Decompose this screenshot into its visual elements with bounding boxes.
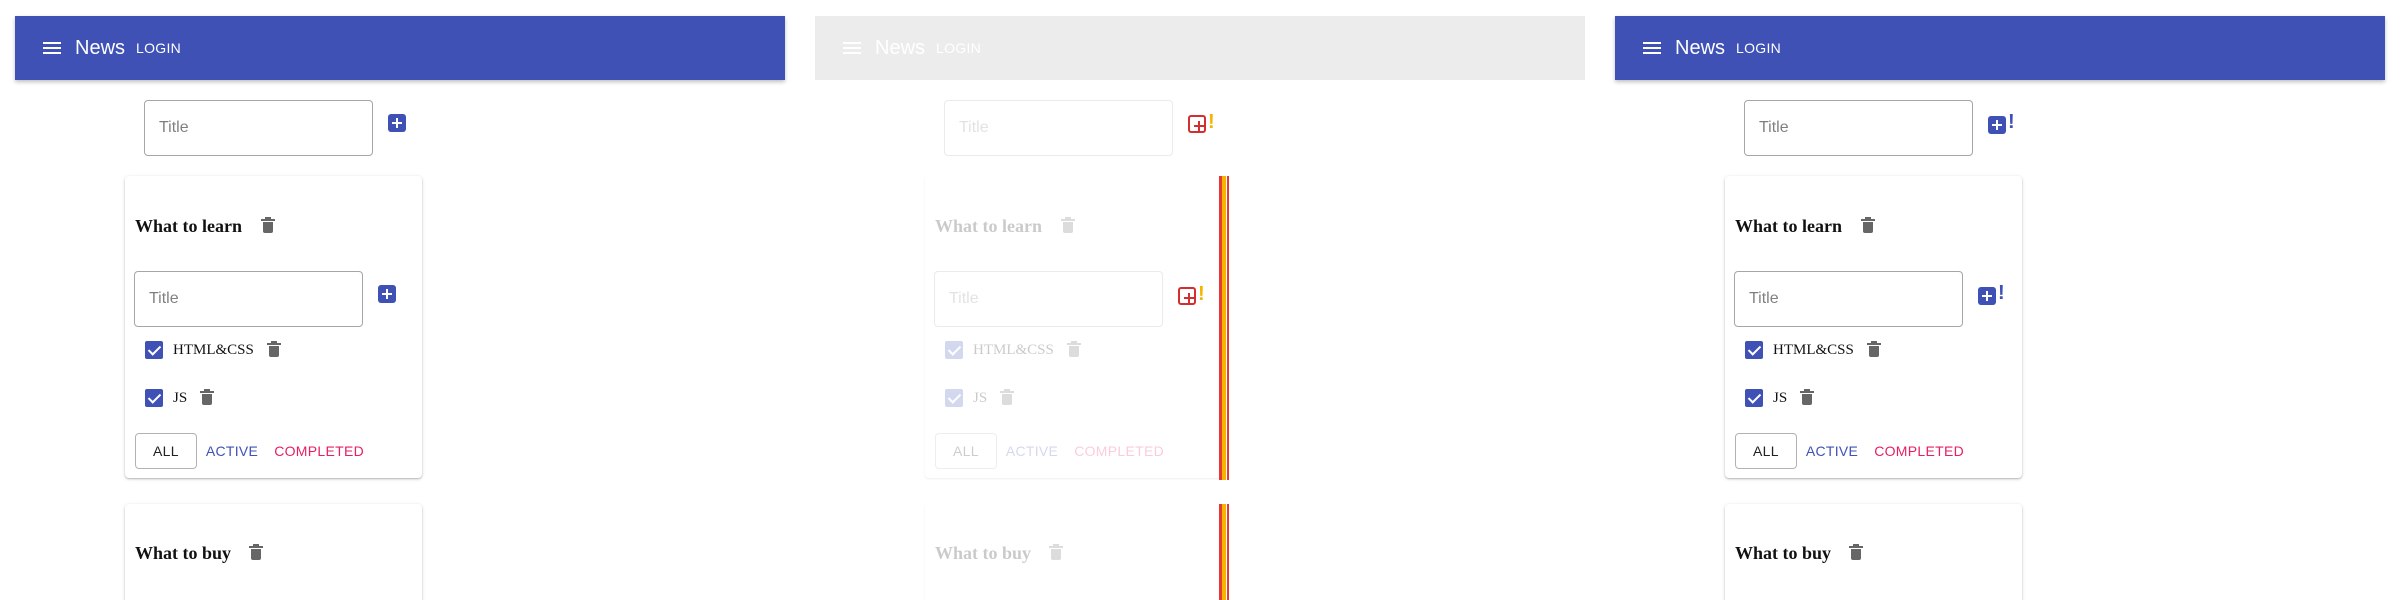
app-bar: News LOGIN	[815, 16, 1585, 80]
task-item: JS	[1745, 386, 1815, 410]
todolist-title[interactable]: What to buy	[135, 543, 231, 564]
error-highlight-bar	[1219, 176, 1229, 480]
login-button[interactable]: LOGIN	[136, 40, 181, 56]
new-task-title-placeholder: Title	[149, 290, 179, 307]
task-item: HTML&CSS	[1745, 338, 1881, 362]
add-task-button[interactable]	[1978, 287, 1996, 305]
delete-list-icon[interactable]	[249, 544, 263, 560]
new-list-title-input[interactable]: Title	[144, 100, 373, 156]
task-checkbox[interactable]	[1745, 389, 1763, 407]
app-bar: News LOGIN	[1615, 16, 2385, 80]
delete-list-icon[interactable]	[1849, 544, 1863, 560]
new-task-title-input[interactable]: Title	[1734, 271, 1963, 327]
delete-list-icon[interactable]	[1861, 217, 1875, 233]
app-panel-3: News LOGIN Title ! What to learn Title !…	[1615, 0, 2385, 600]
delete-task-icon[interactable]	[1866, 341, 1881, 357]
warning-mark: !	[1208, 111, 1215, 133]
filter-completed-button[interactable]: COMPLETED	[1068, 433, 1170, 469]
new-list-title-input[interactable]: Title	[944, 100, 1173, 156]
task-item: JS	[145, 386, 215, 410]
new-list-title-input[interactable]: Title	[1744, 100, 1973, 156]
filter-completed-button[interactable]: COMPLETED	[268, 433, 370, 469]
task-title[interactable]: JS	[1773, 390, 1787, 407]
task-filter-group: ALL ACTIVE COMPLETED	[1735, 433, 1970, 469]
task-filter-group: ALL ACTIVE COMPLETED	[135, 433, 370, 469]
menu-icon[interactable]	[1640, 36, 1664, 60]
new-task-title-placeholder: Title	[949, 290, 979, 307]
task-checkbox[interactable]	[145, 341, 163, 359]
task-title[interactable]: HTML&CSS	[1773, 342, 1854, 359]
new-list-title-placeholder: Title	[1759, 119, 1789, 136]
login-button[interactable]: LOGIN	[1736, 40, 1781, 56]
filter-completed-button[interactable]: COMPLETED	[1868, 433, 1970, 469]
task-checkbox[interactable]	[945, 389, 963, 407]
delete-list-icon[interactable]	[1049, 544, 1063, 560]
delete-task-icon[interactable]	[1000, 389, 1015, 405]
filter-all-button[interactable]: ALL	[135, 433, 197, 469]
add-list-button[interactable]	[1988, 116, 2006, 134]
task-item: HTML&CSS	[145, 338, 281, 362]
new-list-title-placeholder: Title	[159, 119, 189, 136]
app-panel-2: News LOGIN Title What to learn Title HTM…	[815, 0, 1585, 600]
login-button[interactable]: LOGIN	[936, 40, 981, 56]
app-bar: News LOGIN	[15, 16, 785, 80]
add-task-button[interactable]	[378, 285, 396, 303]
app-title: News	[875, 36, 926, 59]
filter-all-button[interactable]: ALL	[1735, 433, 1797, 469]
new-task-title-input[interactable]: Title	[134, 271, 363, 327]
filter-all-button[interactable]: ALL	[935, 433, 997, 469]
todolist-card-what-to-buy: What to buy	[125, 504, 422, 600]
new-task-title-input[interactable]: Title	[934, 271, 1163, 327]
delete-list-icon[interactable]	[261, 217, 275, 233]
warning-mark: !	[1198, 283, 1205, 305]
add-list-button-error[interactable]	[1188, 115, 1206, 133]
task-title[interactable]: HTML&CSS	[973, 342, 1054, 359]
delete-task-icon[interactable]	[266, 341, 281, 357]
task-item: JS	[945, 386, 1015, 410]
todolist-card-what-to-learn: What to learn Title HTML&CSS JS ALL ACTI…	[125, 176, 422, 478]
todolist-title[interactable]: What to buy	[935, 543, 1031, 564]
app-title: News	[75, 36, 126, 59]
filter-active-button[interactable]: ACTIVE	[1000, 433, 1064, 469]
todolist-card-what-to-learn: What to learn Title ! HTML&CSS JS ALL AC…	[1725, 176, 2022, 478]
task-checkbox[interactable]	[945, 341, 963, 359]
todolist-title[interactable]: What to learn	[935, 216, 1042, 237]
todolist-card-what-to-buy: What to buy	[1725, 504, 2022, 600]
todolist-title[interactable]: What to learn	[1735, 216, 1842, 237]
todolist-card-what-to-buy: What to buy	[925, 504, 1222, 600]
filter-active-button[interactable]: ACTIVE	[200, 433, 264, 469]
task-checkbox[interactable]	[1745, 341, 1763, 359]
filter-active-button[interactable]: ACTIVE	[1800, 433, 1864, 469]
task-checkbox[interactable]	[145, 389, 163, 407]
delete-task-icon[interactable]	[1066, 341, 1081, 357]
task-title[interactable]: JS	[173, 390, 187, 407]
menu-icon[interactable]	[40, 36, 64, 60]
task-item: HTML&CSS	[945, 338, 1081, 362]
task-title[interactable]: JS	[973, 390, 987, 407]
add-list-button[interactable]	[388, 114, 406, 132]
task-title[interactable]: HTML&CSS	[173, 342, 254, 359]
warning-mark: !	[2008, 111, 2015, 133]
warning-mark: !	[1998, 282, 2005, 304]
todolist-title[interactable]: What to learn	[135, 216, 242, 237]
delete-list-icon[interactable]	[1061, 217, 1075, 233]
app-title: News	[1675, 36, 1726, 59]
app-panel-1: News LOGIN Title What to learn Title HTM…	[15, 0, 785, 600]
error-highlight-bar	[1219, 504, 1229, 600]
task-filter-group: ALL ACTIVE COMPLETED	[935, 433, 1170, 469]
new-task-title-placeholder: Title	[1749, 290, 1779, 307]
add-task-button-error[interactable]	[1178, 287, 1196, 305]
new-list-title-placeholder: Title	[959, 119, 989, 136]
todolist-title[interactable]: What to buy	[1735, 543, 1831, 564]
delete-task-icon[interactable]	[1800, 389, 1815, 405]
todolist-card-what-to-learn: What to learn Title HTML&CSS JS ALL ACTI…	[925, 176, 1222, 478]
menu-icon[interactable]	[840, 36, 864, 60]
delete-task-icon[interactable]	[200, 389, 215, 405]
